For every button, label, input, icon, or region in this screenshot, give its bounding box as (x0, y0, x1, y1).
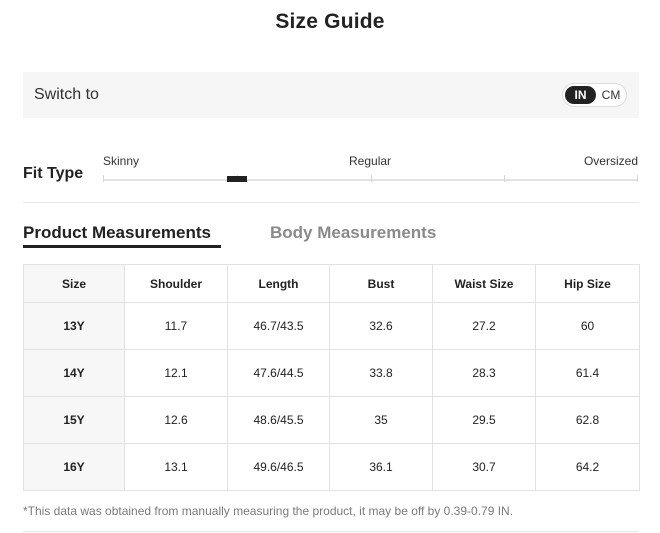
tab-body-measurements[interactable]: Body Measurements (270, 223, 436, 243)
page-title: Size Guide (275, 10, 385, 33)
unit-toggle[interactable]: IN CM (562, 83, 627, 107)
fit-marker (227, 176, 247, 182)
table-header-row: Size Shoulder Length Bust Waist Size Hip… (23, 264, 640, 303)
header-hip-size: Hip Size (535, 264, 640, 303)
header-length: Length (227, 264, 330, 303)
unit-switch-bar: Switch to IN CM (23, 72, 639, 118)
cell-waist-size: 29.5 (432, 396, 536, 444)
fit-scale-tick (103, 175, 104, 182)
cell-length: 47.6/44.5 (227, 349, 330, 397)
fit-scale-tick (637, 175, 638, 182)
cell-bust: 35 (329, 396, 433, 444)
header-bust: Bust (329, 264, 433, 303)
cell-shoulder: 12.6 (124, 396, 228, 444)
header-size: Size (23, 264, 125, 303)
table-row: 13Y 11.7 46.7/43.5 32.6 27.2 60 (23, 302, 640, 350)
header-shoulder: Shoulder (124, 264, 228, 303)
fit-scale-tick (371, 175, 372, 182)
fit-option-regular: Regular (349, 154, 392, 168)
cell-shoulder: 11.7 (124, 302, 228, 350)
cell-shoulder: 13.1 (124, 443, 228, 491)
switch-label: Switch to (34, 86, 99, 103)
fit-option-oversized: Oversized (583, 154, 638, 168)
cell-bust: 36.1 (329, 443, 433, 491)
fit-option-skinny: Skinny (103, 154, 140, 168)
cell-bust: 33.8 (329, 349, 433, 397)
table-row: 15Y 12.6 48.6/45.5 35 29.5 62.8 (23, 396, 640, 444)
unit-in-option[interactable]: IN (565, 86, 596, 104)
cell-length: 49.6/46.5 (227, 443, 330, 491)
table-row: 16Y 13.1 49.6/46.5 36.1 30.7 64.2 (23, 443, 640, 491)
cell-hip-size: 61.4 (535, 349, 640, 397)
tab-product-measurements[interactable]: Product Measurements (23, 223, 211, 243)
cell-size: 15Y (23, 396, 125, 444)
cell-waist-size: 30.7 (432, 443, 536, 491)
active-tab-underline (23, 245, 221, 248)
cell-length: 48.6/45.5 (227, 396, 330, 444)
table-row: 14Y 12.1 47.6/44.5 33.8 28.3 61.4 (23, 349, 640, 397)
cell-shoulder: 12.1 (124, 349, 228, 397)
divider (23, 531, 639, 532)
cell-hip-size: 60 (535, 302, 640, 350)
cell-size: 13Y (23, 302, 125, 350)
cell-size: 16Y (23, 443, 125, 491)
cell-bust: 32.6 (329, 302, 433, 350)
fit-scale-tick (504, 175, 505, 182)
cell-waist-size: 28.3 (432, 349, 536, 397)
cell-waist-size: 27.2 (432, 302, 536, 350)
unit-cm-option[interactable]: CM (599, 86, 623, 104)
cell-size: 14Y (23, 349, 125, 397)
cell-length: 46.7/43.5 (227, 302, 330, 350)
fit-type-label: Fit Type (23, 165, 84, 182)
header-waist-size: Waist Size (432, 264, 536, 303)
measurement-note: *This data was obtained from manually me… (23, 504, 514, 518)
cell-hip-size: 64.2 (535, 443, 640, 491)
size-table: Size Shoulder Length Bust Waist Size Hip… (23, 264, 640, 491)
cell-hip-size: 62.8 (535, 396, 640, 444)
divider (23, 202, 639, 203)
